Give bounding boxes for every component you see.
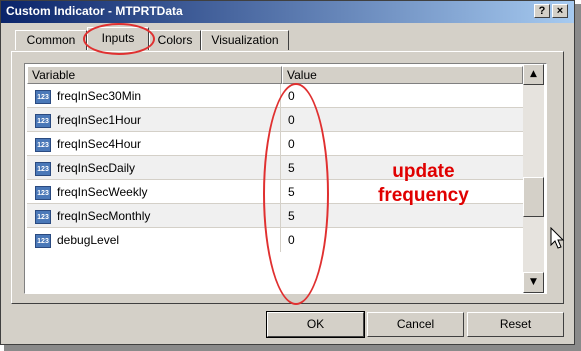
help-button[interactable]: ? <box>534 4 550 18</box>
column-header-value[interactable]: Value <box>282 66 523 84</box>
variable-cell: 123 freqInSec1Hour <box>35 108 141 132</box>
variable-name: freqInSecWeekly <box>57 185 148 199</box>
window-shadow-bottom <box>4 345 581 351</box>
window-shadow-right <box>575 4 581 351</box>
title-bar[interactable]: Custom Indicator - MTPRTData ? × <box>1 1 574 23</box>
annotation-line-2: frequency <box>378 185 469 206</box>
variable-cell: 123 freqInSecWeekly <box>35 180 148 204</box>
integer-type-icon: 123 <box>35 185 51 200</box>
value-cell[interactable]: 0 <box>280 108 523 132</box>
mouse-pointer-icon <box>550 227 565 249</box>
variable-cell: 123 freqInSecMonthly <box>35 204 150 228</box>
integer-type-icon: 123 <box>35 233 51 248</box>
integer-type-icon: 123 <box>35 161 51 176</box>
table-row[interactable]: 123 debugLevel 0 <box>27 228 523 252</box>
vertical-scrollbar[interactable]: ▲ ▼ <box>523 64 544 293</box>
integer-type-icon: 123 <box>35 89 51 104</box>
column-header-variable[interactable]: Variable <box>27 66 282 84</box>
variable-name: freqInSecDaily <box>57 161 136 175</box>
window-title: Custom Indicator - MTPRTData <box>6 4 183 18</box>
variable-name: freqInSecMonthly <box>57 209 151 223</box>
scroll-up-icon[interactable]: ▲ <box>523 64 544 85</box>
variable-name: freqInSec1Hour <box>57 113 142 127</box>
reset-button[interactable]: Reset <box>467 312 564 337</box>
value-cell[interactable]: 0 <box>280 84 523 108</box>
cancel-button[interactable]: Cancel <box>367 312 464 337</box>
update-frequency-annotation: update frequency <box>378 160 469 208</box>
scroll-thumb[interactable] <box>523 177 544 217</box>
tab-visualization[interactable]: Visualization <box>201 30 289 50</box>
variable-cell: 123 freqInSec30Min <box>35 84 141 108</box>
table-row[interactable]: 123 freqInSec4Hour 0 <box>27 132 523 156</box>
integer-type-icon: 123 <box>35 113 51 128</box>
tab-inputs[interactable]: Inputs <box>87 27 149 50</box>
value-cell[interactable]: 0 <box>280 132 523 156</box>
ok-button[interactable]: OK <box>266 311 365 338</box>
tab-colors[interactable]: Colors <box>149 30 201 50</box>
integer-type-icon: 123 <box>35 209 51 224</box>
table-row[interactable]: 123 freqInSec1Hour 0 <box>27 108 523 132</box>
scroll-down-icon[interactable]: ▼ <box>523 272 544 293</box>
value-cell[interactable]: 0 <box>280 228 523 252</box>
variable-name: freqInSec30Min <box>57 89 142 103</box>
integer-type-icon: 123 <box>35 137 51 152</box>
table-row[interactable]: 123 freqInSec30Min 0 <box>27 84 523 108</box>
variable-name: debugLevel <box>57 233 120 247</box>
variable-cell: 123 freqInSecDaily <box>35 156 135 180</box>
variable-name: freqInSec4Hour <box>57 137 142 151</box>
tab-common[interactable]: Common <box>15 30 87 50</box>
custom-indicator-dialog: Custom Indicator - MTPRTData ? × Common … <box>0 0 575 345</box>
close-button[interactable]: × <box>552 4 568 18</box>
annotation-line-1: update <box>392 161 455 182</box>
variable-cell: 123 freqInSec4Hour <box>35 132 141 156</box>
variable-cell: 123 debugLevel <box>35 228 119 252</box>
